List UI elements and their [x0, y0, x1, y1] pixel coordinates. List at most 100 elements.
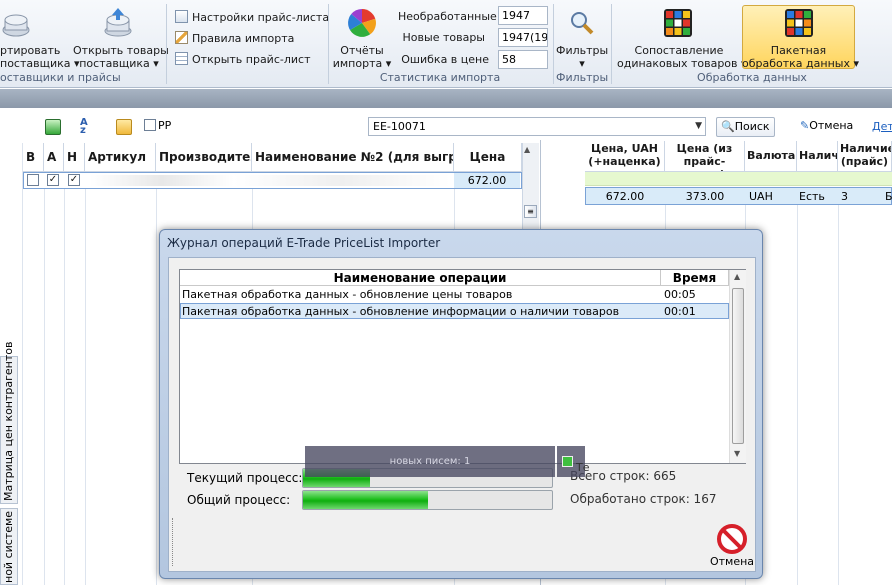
new-goods-label: Новые товары — [402, 31, 485, 44]
reports-button[interactable]: Отчёты импорта ▾ — [330, 44, 394, 70]
group-label-stats: Статистика импорта — [379, 71, 501, 84]
sort-az-icon[interactable]: Az — [80, 118, 96, 136]
scroll-down-icon[interactable]: ▼ — [734, 449, 740, 458]
export-supplier-button[interactable]: ртировать поставщика ▾ — [0, 44, 80, 70]
reports-sub-label: импорта — [332, 57, 383, 70]
search-value: EE-10071 — [373, 120, 426, 133]
search-button[interactable]: 🔍Поиск — [716, 117, 775, 137]
article-search-combobox[interactable]: EE-10071 ▼ — [368, 117, 706, 136]
details-link[interactable]: Дет — [872, 120, 892, 133]
open-goods-button[interactable]: Открыть товары поставщика ▾ — [73, 44, 169, 70]
total-process-fill — [303, 491, 428, 509]
ribbon-bottom-band — [0, 89, 892, 108]
col-header-price-markup[interactable]: Цена, UAH (+наценка) — [585, 141, 665, 172]
compare-button[interactable]: Сопоставление одинаковых товаров ▾ — [617, 44, 747, 70]
col-header-operation-name[interactable]: Наименование операции — [180, 270, 661, 286]
table-icon — [175, 52, 188, 65]
col-header-currency[interactable]: Валюта — [745, 141, 797, 172]
export-icon — [2, 8, 30, 38]
dialog-cancel-label: Отмена — [709, 555, 755, 568]
magnifier-icon — [569, 10, 595, 36]
col-header-a[interactable]: А — [44, 143, 64, 172]
processed-rows-label: Обработано строк: 167 — [570, 492, 717, 506]
export-label: ртировать — [0, 44, 61, 57]
filter-row[interactable] — [585, 172, 892, 186]
col-header-n[interactable]: Н — [64, 143, 85, 172]
row-checkbox-v[interactable] — [27, 174, 39, 186]
dialog-content: Наименование операции Время Пакетная обр… — [168, 257, 756, 572]
import-rules-label: Правила импорта — [192, 32, 295, 45]
col-header-price-list[interactable]: Цена (из прайс-листа) — [665, 141, 745, 172]
grid-line — [85, 189, 86, 585]
settings-list-icon — [175, 10, 188, 23]
cancel-brush-icon: ✎ — [800, 119, 810, 132]
notification-text: новых писем: 1 — [389, 456, 471, 467]
ribbon-separator — [553, 4, 554, 84]
side-tab-system-label: ной системе — [2, 510, 15, 583]
scroll-thumb[interactable] — [732, 288, 744, 444]
col-header-time[interactable]: Время — [661, 270, 729, 286]
row-checkbox-a[interactable]: ✓ — [47, 174, 59, 186]
price-error-field[interactable]: 58 — [498, 50, 548, 69]
list-item[interactable]: Пакетная обработка данных - обновление и… — [180, 303, 729, 319]
pp-checkbox[interactable] — [144, 119, 156, 131]
col-header-name2[interactable]: Наименование №2 (для выгрузк — [252, 143, 454, 172]
notification-status-icon — [562, 456, 573, 467]
unprocessed-field[interactable]: 1947 — [498, 6, 548, 25]
export-arrow-icon[interactable] — [45, 119, 61, 135]
operation-name: Пакетная обработка данных - обновление и… — [182, 305, 620, 318]
dialog-title: Журнал операций E-Trade PriceList Import… — [167, 236, 441, 250]
row-checkbox-n[interactable]: ✓ — [68, 174, 80, 186]
dialog-cancel-button[interactable]: Отмена — [709, 524, 755, 568]
reports-label: Отчёты — [340, 44, 384, 57]
col-header-price[interactable]: Цена — [454, 143, 522, 172]
rubik-cube-icon — [784, 8, 814, 38]
grid-line — [44, 189, 45, 585]
batch-label-block: Пакетная обработка данных ▾ — [742, 44, 859, 70]
operations-list-scrollbar[interactable]: ▲ ▼ — [729, 270, 746, 463]
side-tab-price-matrix[interactable]: Матрица цен контрагентов — [0, 342, 18, 504]
operation-time: 00:05 — [664, 288, 696, 301]
cancel-search-label: Отмена — [809, 119, 854, 132]
cell-availability: Есть — [799, 190, 825, 203]
open-goods-sub-label: поставщика — [79, 57, 150, 70]
scroll-up-icon[interactable]: ▲ — [524, 145, 530, 154]
scroll-up-icon[interactable]: ▲ — [734, 272, 740, 281]
cell-currency: UAH — [749, 190, 773, 203]
filters-button[interactable]: Фильтры ▾ — [556, 44, 608, 70]
cell-price-markup: 672.00 — [605, 190, 645, 203]
col-header-article[interactable]: Артикул — [85, 143, 156, 172]
price-settings-button[interactable]: Настройки прайс-листа — [175, 10, 329, 24]
col-header-v[interactable]: В — [23, 143, 44, 172]
ribbon: ртировать поставщика ▾ Открыть товары по… — [0, 0, 892, 88]
import-rules-button[interactable]: Правила импорта — [175, 31, 294, 45]
mail-notification-popup[interactable]: новых писем: 1 — [305, 446, 555, 477]
open-price-list-button[interactable]: Открыть прайс-лист — [175, 52, 310, 66]
price-error-label: Ошибка в цене — [401, 53, 489, 66]
row-redacted-text — [90, 175, 450, 186]
compare-label: Сопоставление — [634, 44, 724, 57]
list-item[interactable]: Пакетная обработка данных - обновление ц… — [180, 287, 729, 303]
col-header-availability[interactable]: Наличи — [797, 141, 838, 172]
folder-icon[interactable] — [116, 119, 132, 135]
operation-name: Пакетная обработка данных - обновление ц… — [182, 288, 513, 301]
scroll-grip-icon[interactable]: ≡ — [524, 205, 537, 218]
pie-chart-icon — [346, 7, 378, 39]
chevron-down-icon[interactable]: ▼ — [695, 121, 702, 131]
grid-line — [156, 189, 157, 585]
new-goods-field[interactable]: 1947(194 — [498, 28, 548, 47]
operations-log-dialog: Журнал операций E-Trade PriceList Import… — [159, 229, 763, 579]
price-settings-label: Настройки прайс-листа — [192, 11, 330, 24]
grid-line — [838, 205, 839, 585]
cancel-search-button[interactable]: ✎Отмена — [796, 117, 857, 137]
side-tab-system[interactable]: ной системе — [0, 508, 18, 585]
open-goods-label: Открыть товары — [73, 44, 169, 57]
search-button-label: Поиск — [734, 120, 770, 133]
search-icon: 🔍 — [721, 120, 735, 133]
cancel-stop-icon — [717, 524, 747, 554]
col-header-availability-price[interactable]: Наличие (прайс) — [838, 141, 892, 172]
dialog-divider — [172, 518, 175, 566]
col-header-manufacturer[interactable]: Производитель — [156, 143, 252, 172]
batch-sub-label: обработка данных — [742, 57, 850, 70]
unprocessed-label: Необработанные — [398, 10, 497, 23]
